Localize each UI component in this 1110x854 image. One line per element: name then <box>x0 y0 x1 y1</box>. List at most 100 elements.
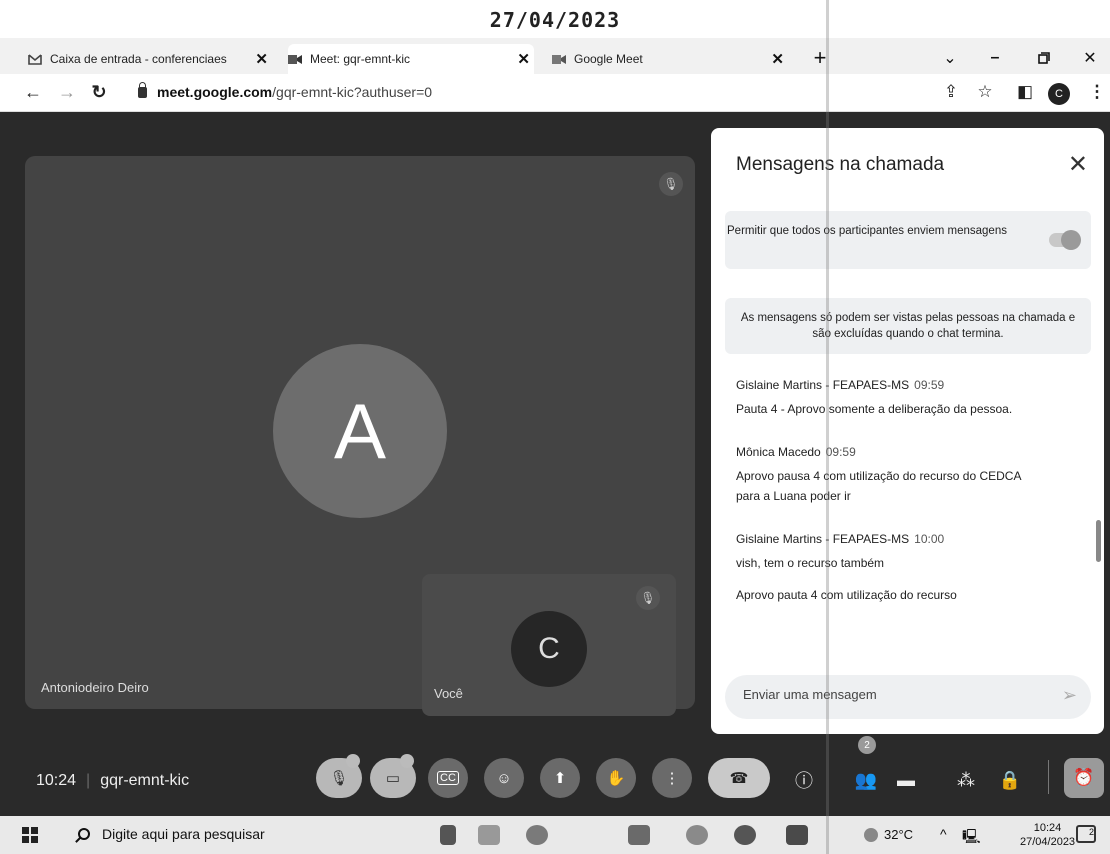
gmail-icon <box>28 53 42 65</box>
more-vert-icon[interactable]: ⋮ <box>1086 82 1108 102</box>
captions-icon: CC <box>437 771 459 785</box>
folder-icon[interactable] <box>628 825 650 845</box>
app-icon[interactable] <box>526 825 548 845</box>
mic-off-icon: 🎙 <box>636 586 660 610</box>
hand-icon: ✋ <box>606 770 626 787</box>
browser-app-icon[interactable] <box>686 825 708 845</box>
weather-icon <box>864 827 878 842</box>
camera-off-icon: ▭ <box>385 770 401 787</box>
people-icon[interactable]: 👥 <box>852 766 880 794</box>
star-icon[interactable]: ☆ <box>974 82 996 102</box>
chat-permission-toggle[interactable] <box>1049 230 1081 250</box>
leave-call-button[interactable]: ☎ <box>708 758 770 798</box>
tab-title: Caixa de entrada - conferenciaes <box>50 52 227 66</box>
activities-icon[interactable]: ⁂ <box>952 766 980 794</box>
self-avatar: C <box>511 611 587 687</box>
message-time: 10:00 <box>914 532 945 546</box>
present-screen-button[interactable]: ⬆ <box>540 758 580 798</box>
close-icon[interactable]: ✕ <box>1068 150 1088 179</box>
windows-taskbar: Digite aqui para pesquisar 32°C ^ 🖳 10:2… <box>0 816 1110 854</box>
notification-icon[interactable]: 2 <box>1076 825 1096 843</box>
windows-start-icon[interactable] <box>22 827 38 843</box>
chevron-up-icon[interactable]: ^ <box>940 826 947 842</box>
self-view-tile[interactable]: 🎙 C Você <box>422 574 676 716</box>
restore-icon[interactable] <box>1024 44 1064 72</box>
share-icon[interactable]: ⇪ <box>940 82 962 102</box>
message-text: Aprovo pausa 4 com utilização do recurso… <box>736 469 1021 503</box>
participant-avatar: A <box>273 344 447 518</box>
network-icon[interactable]: 🖳 <box>962 826 981 850</box>
chat-scrollbar[interactable] <box>1096 520 1101 562</box>
reactions-button[interactable]: ☺ <box>484 758 524 798</box>
present-icon: ⬆ <box>553 770 567 787</box>
host-controls-icon[interactable]: 🔒 <box>996 766 1024 794</box>
tab-title: Meet: gqr-emnt-kic <box>310 52 411 66</box>
message-text: vish, tem o recurso também <box>736 556 885 570</box>
search-icon <box>78 828 90 840</box>
profile-avatar[interactable]: C <box>1048 83 1070 105</box>
task-view-icon[interactable] <box>440 825 456 845</box>
emoji-icon: ☺ <box>496 769 512 787</box>
message-sender: Gislaine Martins - FEAPAES-MS <box>736 378 910 392</box>
phone-hangup-icon: ☎ <box>729 770 749 787</box>
message-text: Aprovo pauta 4 com utilização do recurso <box>736 588 957 602</box>
chat-message: Gislaine Martins - FEAPAES-MS 09:59 Pauta… <box>736 378 1081 419</box>
message-time: 09:59 <box>825 445 856 459</box>
divider <box>1048 760 1049 794</box>
raise-hand-button[interactable]: ✋ <box>596 758 636 798</box>
more-options-button[interactable]: ⋮ <box>652 758 692 798</box>
back-arrow-icon[interactable]: ← <box>22 82 44 103</box>
minimize-icon[interactable]: – <box>975 44 1015 72</box>
chat-message: Gislaine Martins - FEAPAES-MS 10:00 vish,… <box>736 532 1081 605</box>
date-stamp: 27/04/2023 <box>489 8 621 32</box>
message-input[interactable] <box>743 687 1033 702</box>
chat-message: Mônica Macedo 09:59 Aprovo pausa 4 com ut… <box>736 445 1081 506</box>
url-field[interactable]: meet.google.com /gqr-emnt-kic?authuser=0 <box>138 81 433 100</box>
close-icon[interactable]: ✕ <box>771 50 784 68</box>
more-vert-icon: ⋮ <box>664 770 680 787</box>
chat-permission-setting: Permitir que todos os participantes envi… <box>725 211 1091 269</box>
separator: | <box>86 772 91 789</box>
url-path: /gqr-emnt-kic?authuser=0 <box>272 84 433 100</box>
chat-composer: ➢ <box>725 675 1091 719</box>
forward-arrow-icon[interactable]: → <box>56 82 78 103</box>
participants-count-badge: 2 <box>858 736 876 754</box>
weather-widget[interactable]: 32°C <box>864 827 913 842</box>
word-icon[interactable] <box>786 825 808 845</box>
meet-icon <box>552 53 566 65</box>
mic-toggle-button[interactable]: 🎙 <box>316 754 362 798</box>
tab-title: Google Meet <box>574 52 643 66</box>
temperature: 32°C <box>884 827 914 842</box>
lock-icon <box>138 81 147 98</box>
info-icon[interactable]: ⓘ <box>790 766 818 794</box>
search-placeholder: Digite aqui para pesquisar <box>102 826 265 842</box>
chevron-down-icon[interactable]: ⌄ <box>930 44 970 72</box>
tab-meet-active[interactable]: Meet: gqr-emnt-kic ✕ <box>288 44 534 74</box>
tab-gmail[interactable]: Caixa de entrada - conferenciaes ✕ <box>28 44 274 74</box>
tab-google-meet[interactable]: Google Meet ✕ <box>552 44 798 74</box>
message-header: Gislaine Martins - FEAPAES-MS 09:59 <box>736 378 1081 392</box>
message-text: Pauta 4 - Aprovo somente a deliberação d… <box>736 402 1013 416</box>
reload-icon[interactable]: ↻ <box>88 82 110 103</box>
new-tab-button[interactable]: + <box>800 44 840 72</box>
close-window-icon[interactable]: ✕ <box>1070 44 1110 72</box>
taskbar-search[interactable]: Digite aqui para pesquisar <box>78 826 265 842</box>
scan-crease <box>826 0 829 854</box>
alarm-clock-button[interactable]: ⏰ <box>1064 758 1104 798</box>
file-explorer-icon[interactable] <box>478 825 500 845</box>
alarm-clock-icon: ⏰ <box>1073 768 1095 787</box>
captions-button[interactable]: CC <box>428 758 468 798</box>
taskbar-date: 27/04/2023 <box>1020 836 1076 848</box>
url-host: meet.google.com <box>157 84 273 100</box>
close-icon[interactable]: ✕ <box>255 50 268 68</box>
chat-notice: As mensagens só podem ser vistas pelas p… <box>725 298 1091 354</box>
send-icon[interactable]: ➢ <box>1062 685 1077 706</box>
taskbar-clock[interactable]: 10:24 27/04/2023 <box>1020 821 1075 849</box>
chrome-icon[interactable] <box>734 825 756 845</box>
close-icon[interactable]: ✕ <box>517 50 530 68</box>
camera-toggle-button[interactable]: ▭ <box>370 754 416 798</box>
address-bar: ← → ↻ meet.google.com /gqr-emnt-kic?auth… <box>0 74 1110 112</box>
chat-icon[interactable]: ▬ <box>892 766 920 794</box>
side-panel-icon[interactable]: ◧ <box>1014 82 1036 102</box>
toggle-knob <box>1061 230 1081 250</box>
